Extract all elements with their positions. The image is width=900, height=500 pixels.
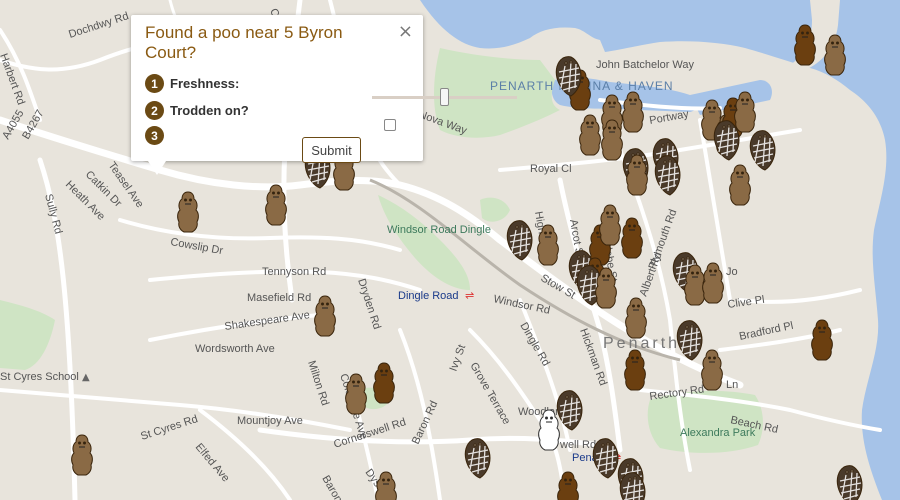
freshness-slider[interactable] [372, 88, 517, 106]
street-label: well Rd [559, 439, 596, 451]
popup-pointer [148, 161, 166, 175]
map[interactable]: PENARTH MARINA & HAVEN Windsor Road Ding… [0, 0, 900, 500]
street-label: Jo [726, 266, 738, 278]
step-number-3: 3 [145, 126, 164, 145]
st-cyres-school-label: St Cyres School [0, 371, 79, 383]
street-label: Tennyson Rd [262, 266, 326, 278]
popup-title: Found a poo near 5 Byron Court? [145, 23, 343, 62]
street-label: John Batchelor Way [596, 59, 695, 71]
street-label: Wordsworth Ave [195, 343, 275, 355]
street-label: Royal Cl [530, 163, 572, 175]
street-label: Ln [726, 379, 738, 391]
submit-step: 3 [145, 126, 170, 145]
school-icon: ▲ [82, 372, 90, 383]
step-number-2: 2 [145, 101, 164, 120]
rail-icon: ⇌ [465, 289, 474, 302]
report-popup: Found a poo near 5 Byron Court? × 1 Fres… [131, 15, 517, 163]
step-number-1: 1 [145, 74, 164, 93]
freshness-step: 1 Freshness: [145, 74, 239, 93]
freshness-label: Freshness: [170, 76, 240, 91]
trodden-checkbox[interactable] [384, 119, 396, 131]
close-icon[interactable]: × [398, 21, 413, 42]
dingle-road-station-label: Dingle Road [398, 290, 459, 302]
submit-button[interactable]: Submit [302, 137, 361, 163]
trodden-step: 2 Trodden on? [145, 101, 249, 120]
street-label: Masefield Rd [247, 292, 311, 304]
freshness-slider-handle[interactable] [440, 88, 449, 106]
trodden-label: Trodden on? [170, 103, 249, 118]
windsor-dingle-label: Windsor Road Dingle [387, 224, 491, 236]
street-label: Mountjoy Ave [237, 415, 303, 427]
